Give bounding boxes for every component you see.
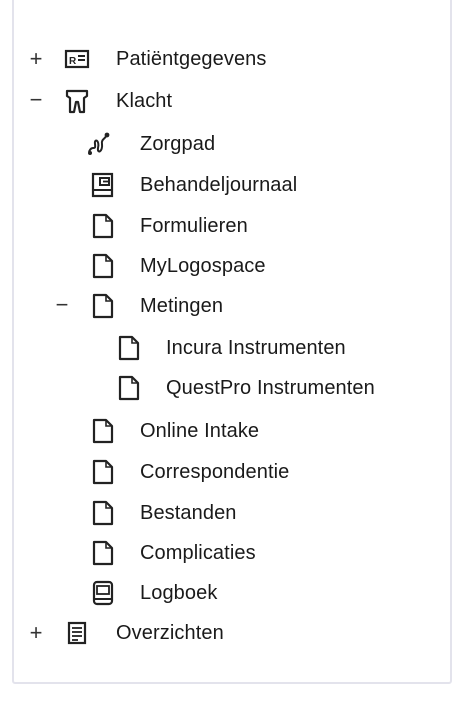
tree-item-label: Logboek	[140, 582, 218, 604]
tree-item-formulieren[interactable]: Formulieren	[14, 209, 450, 243]
tree-item-incura-instrumenten[interactable]: Incura Instrumenten	[14, 331, 450, 365]
document-icon	[116, 334, 142, 362]
collapse-toggle[interactable]: −	[28, 89, 44, 111]
document-icon	[90, 252, 116, 280]
document-icon	[90, 292, 116, 320]
document-icon	[90, 458, 116, 486]
tree-item-mylogospace[interactable]: MyLogospace	[14, 249, 450, 283]
tree-item-questpro-instrumenten[interactable]: QuestPro Instrumenten	[14, 371, 450, 405]
tree-item-label: Metingen	[140, 295, 224, 317]
tree-item-label: QuestPro Instrumenten	[166, 377, 375, 399]
tree-item-label: Online Intake	[140, 420, 260, 442]
tree-item-zorgpad[interactable]: Zorgpad	[14, 127, 450, 161]
tree-item-online-intake[interactable]: Online Intake	[14, 414, 450, 448]
tree-item-complicaties[interactable]: Complicaties	[14, 536, 450, 570]
tree-item-klacht[interactable]: − Klacht	[14, 84, 450, 118]
document-icon	[90, 499, 116, 527]
tree-item-label: Patiëntgegevens	[116, 48, 267, 70]
document-icon	[116, 374, 142, 402]
navigation-tree-panel: + R Patiëntgegevens − Klacht Zorgpad Beh…	[12, 0, 452, 684]
tree-item-correspondentie[interactable]: Correspondentie	[14, 455, 450, 489]
document-icon	[90, 212, 116, 240]
document-icon	[90, 539, 116, 567]
tree-item-label: MyLogospace	[140, 255, 266, 277]
tree-item-bestanden[interactable]: Bestanden	[14, 496, 450, 530]
tree-item-label: Bestanden	[140, 502, 237, 524]
tree-item-logboek[interactable]: Logboek	[14, 576, 450, 610]
tree-item-behandeljournaal[interactable]: Behandeljournaal	[14, 168, 450, 202]
tree-item-label: Overzichten	[116, 622, 224, 644]
tree-item-label: Formulieren	[140, 215, 248, 237]
tree-item-label: Correspondentie	[140, 461, 290, 483]
svg-text:R: R	[69, 56, 77, 67]
logbook-icon	[90, 579, 116, 607]
id-card-icon: R	[64, 45, 90, 73]
tree-item-label: Complicaties	[140, 542, 256, 564]
tree-item-label: Behandeljournaal	[140, 174, 298, 196]
collapse-toggle[interactable]: −	[54, 294, 70, 316]
tree-item-overzichten[interactable]: + Overzichten	[14, 616, 450, 650]
expand-toggle[interactable]: +	[28, 622, 44, 644]
expand-toggle[interactable]: +	[28, 48, 44, 70]
path-icon	[86, 130, 112, 158]
tree-item-patientgegevens[interactable]: + R Patiëntgegevens	[14, 42, 450, 76]
tree-item-label: Zorgpad	[140, 133, 216, 155]
list-icon	[64, 619, 90, 647]
tooth-icon	[64, 87, 90, 115]
tree-item-label: Incura Instrumenten	[166, 337, 346, 359]
journal-icon	[90, 171, 116, 199]
tree-item-label: Klacht	[116, 90, 173, 112]
document-icon	[90, 417, 116, 445]
tree-item-metingen[interactable]: − Metingen	[14, 289, 450, 323]
